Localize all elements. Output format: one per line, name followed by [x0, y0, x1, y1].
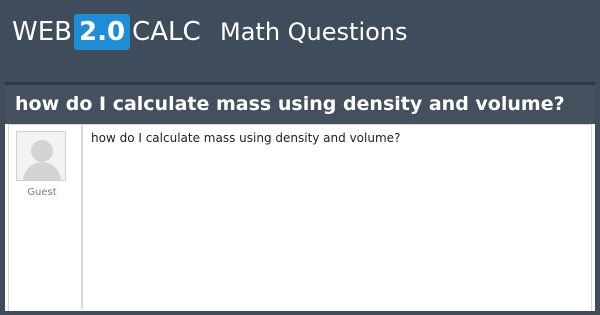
question-title: how do I calculate mass using density an…	[15, 93, 565, 115]
avatar-body-shape	[23, 162, 61, 180]
author-column: Guest	[9, 125, 83, 309]
avatar-head-shape	[31, 140, 53, 162]
question-title-bar: how do I calculate mass using density an…	[5, 82, 595, 124]
site-header: WEB 2.0 CALC Math Questions	[0, 0, 600, 64]
question-post: Guest how do I calculate mass using dens…	[8, 124, 592, 315]
avatar	[16, 131, 66, 181]
author-name: Guest	[27, 187, 57, 198]
logo-prefix: WEB	[12, 17, 72, 47]
logo-badge: 2.0	[73, 14, 131, 50]
footer-strip	[0, 311, 600, 315]
question-card: how do I calculate mass using density an…	[5, 82, 595, 315]
logo-suffix: CALC	[132, 17, 201, 47]
question-body: how do I calculate mass using density an…	[91, 131, 401, 145]
site-logo[interactable]: WEB 2.0 CALC	[12, 12, 201, 52]
site-section-title[interactable]: Math Questions	[220, 18, 408, 46]
